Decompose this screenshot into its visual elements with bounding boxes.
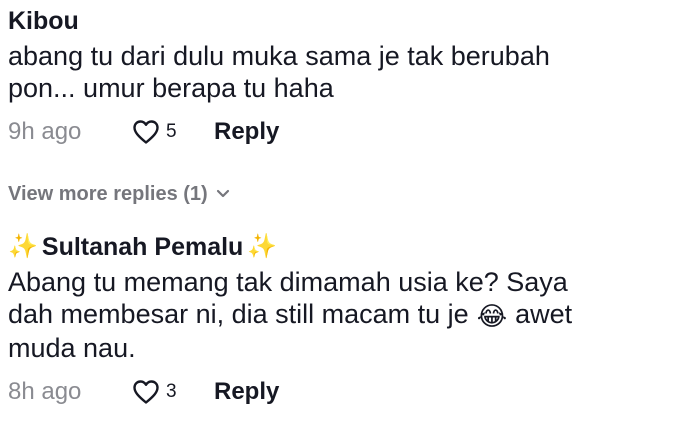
heart-outline-icon[interactable]: [132, 379, 160, 405]
heart-outline-icon[interactable]: [132, 119, 160, 145]
sparkles-icon: ✨: [247, 233, 278, 260]
view-more-replies-button[interactable]: View more replies (1): [8, 180, 230, 208]
view-more-label[interactable]: View more replies (1): [8, 183, 208, 206]
comment-text: abang tu dari dulu muka sama je tak beru…: [8, 41, 550, 103]
comment-meta: 8h ago 3 Reply: [8, 374, 670, 410]
comment-text: Abang tu memang tak dimamah usia ke? Say…: [8, 266, 670, 364]
laughing-emoji-icon: 😂: [476, 300, 508, 331]
comment-username[interactable]: ✨ Sultanah Pemalu ✨: [8, 232, 670, 262]
sparkles-icon: ✨: [8, 233, 38, 260]
username-text[interactable]: Sultanah Pemalu: [42, 232, 243, 262]
comment-meta: 9h ago 5 Reply: [8, 114, 670, 150]
like-button[interactable]: 5: [132, 119, 214, 145]
comment-timestamp: 8h ago: [8, 377, 82, 405]
comment-username[interactable]: Kibou: [8, 6, 670, 36]
comment-sultanah-pemalu: ✨ Sultanah Pemalu ✨ Abang tu memang tak …: [8, 232, 670, 410]
reply-button[interactable]: Reply: [214, 118, 279, 146]
reply-button[interactable]: Reply: [214, 378, 279, 406]
chevron-down-icon[interactable]: [216, 189, 230, 199]
comment-timestamp: 9h ago: [8, 118, 82, 145]
like-button[interactable]: 3: [132, 379, 214, 405]
comment-kibou: Kibou abang tu dari dulu muka sama je ta…: [8, 6, 670, 150]
like-count: 3: [166, 380, 177, 402]
username-text[interactable]: Kibou: [8, 6, 79, 36]
like-count: 5: [166, 121, 177, 142]
